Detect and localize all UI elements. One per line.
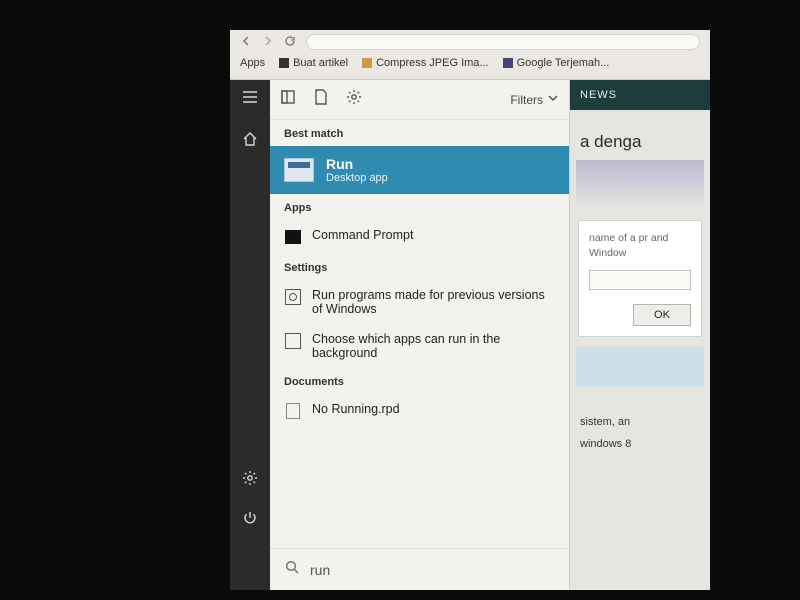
app-result-label: Command Prompt — [312, 228, 413, 242]
filters-dropdown[interactable]: Filters — [510, 92, 559, 107]
document-icon — [286, 403, 300, 419]
search-panel: Filters Best match Run Desktop app Apps … — [270, 80, 570, 590]
section-apps: Apps — [270, 194, 569, 220]
browser-chrome: Apps Buat artikel Compress JPEG Ima... G… — [230, 30, 710, 80]
bookmark-icon — [503, 58, 513, 68]
search-input[interactable] — [310, 562, 555, 578]
best-match-result[interactable]: Run Desktop app — [270, 146, 569, 194]
home-icon[interactable] — [242, 131, 258, 152]
body-text: windows 8 — [580, 433, 700, 455]
filters-label: Filters — [510, 93, 543, 107]
search-icon — [284, 559, 300, 580]
best-match-subtitle: Desktop app — [326, 172, 388, 184]
back-icon[interactable] — [240, 35, 252, 50]
chevron-down-icon — [547, 92, 559, 107]
setting-result[interactable]: Choose which apps can run in the backgro… — [270, 324, 569, 368]
bookmark-icon — [362, 58, 372, 68]
gear-icon[interactable] — [242, 470, 258, 491]
bookmark-item[interactable]: Buat artikel — [279, 57, 348, 69]
start-rail — [230, 80, 270, 590]
setting-result-label: Choose which apps can run in the backgro… — [312, 332, 555, 360]
apps-scope-icon[interactable] — [280, 89, 296, 110]
menu-icon[interactable] — [242, 90, 258, 109]
setting-result[interactable]: Run programs made for previous versions … — [270, 280, 569, 324]
body-text: sistem, an — [580, 411, 700, 433]
documents-scope-icon[interactable] — [314, 89, 328, 110]
page-background: NEWS a denga name of a pr and Window OK … — [570, 80, 710, 590]
section-best-match: Best match — [270, 120, 569, 146]
compatibility-icon — [285, 289, 301, 305]
bookmark-item[interactable]: Google Terjemah... — [503, 57, 610, 69]
reload-icon[interactable] — [284, 35, 296, 50]
settings-scope-icon[interactable] — [346, 89, 362, 110]
run-dialog-card: name of a pr and Window OK — [578, 220, 702, 337]
document-result-label: No Running.rpd — [312, 402, 400, 416]
power-icon[interactable] — [243, 511, 257, 530]
bookmarks-label: Apps — [240, 57, 265, 69]
document-result[interactable]: No Running.rpd — [270, 394, 569, 428]
run-dialog-hint: name of a pr and Window — [589, 231, 691, 260]
bookmark-icon — [279, 58, 289, 68]
site-nav-tab[interactable]: NEWS — [570, 80, 710, 110]
section-settings: Settings — [270, 254, 569, 280]
forward-icon[interactable] — [262, 35, 274, 50]
run-dialog-input[interactable] — [589, 270, 691, 290]
run-app-icon — [284, 158, 314, 182]
background-apps-icon — [285, 333, 301, 349]
inline-image — [576, 347, 704, 387]
page-title: a denga — [570, 110, 710, 160]
search-bar — [270, 548, 569, 590]
section-documents: Documents — [270, 368, 569, 394]
search-panel-toolbar: Filters — [270, 80, 569, 120]
app-result[interactable]: Command Prompt — [270, 220, 569, 254]
setting-result-label: Run programs made for previous versions … — [312, 288, 555, 316]
command-prompt-icon — [285, 230, 301, 244]
hero-image — [576, 160, 704, 210]
best-match-title: Run — [326, 156, 388, 172]
bookmark-item[interactable]: Compress JPEG Ima... — [362, 57, 488, 69]
ok-button[interactable]: OK — [633, 304, 691, 326]
address-bar[interactable] — [306, 34, 700, 50]
